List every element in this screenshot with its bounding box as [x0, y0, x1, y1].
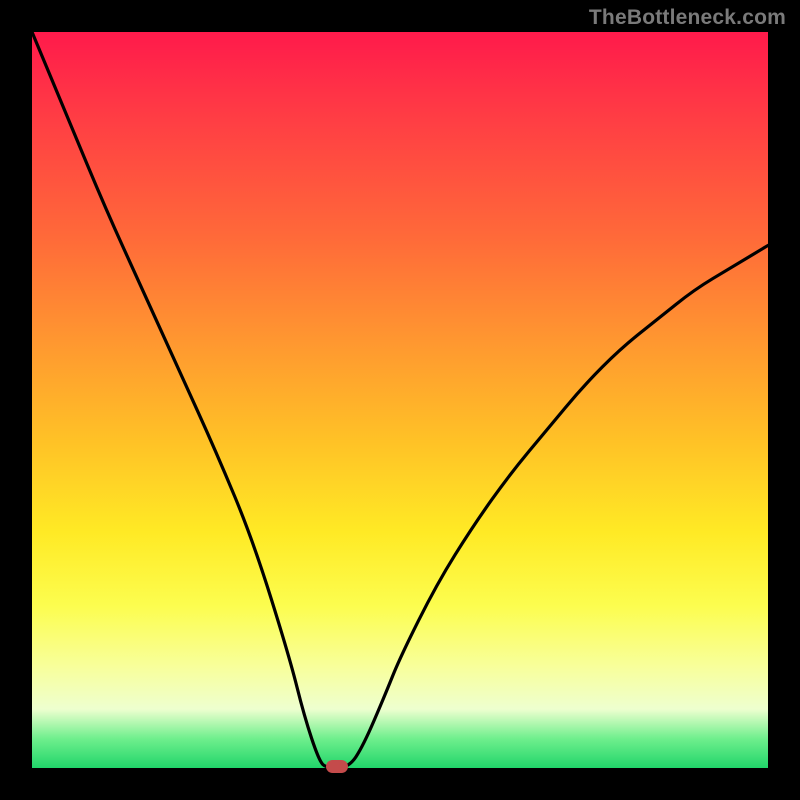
chart-frame: TheBottleneck.com [0, 0, 800, 800]
bottleneck-curve [32, 32, 768, 768]
watermark-text: TheBottleneck.com [589, 6, 786, 30]
optimal-point-marker [326, 760, 348, 773]
plot-area [32, 32, 768, 768]
